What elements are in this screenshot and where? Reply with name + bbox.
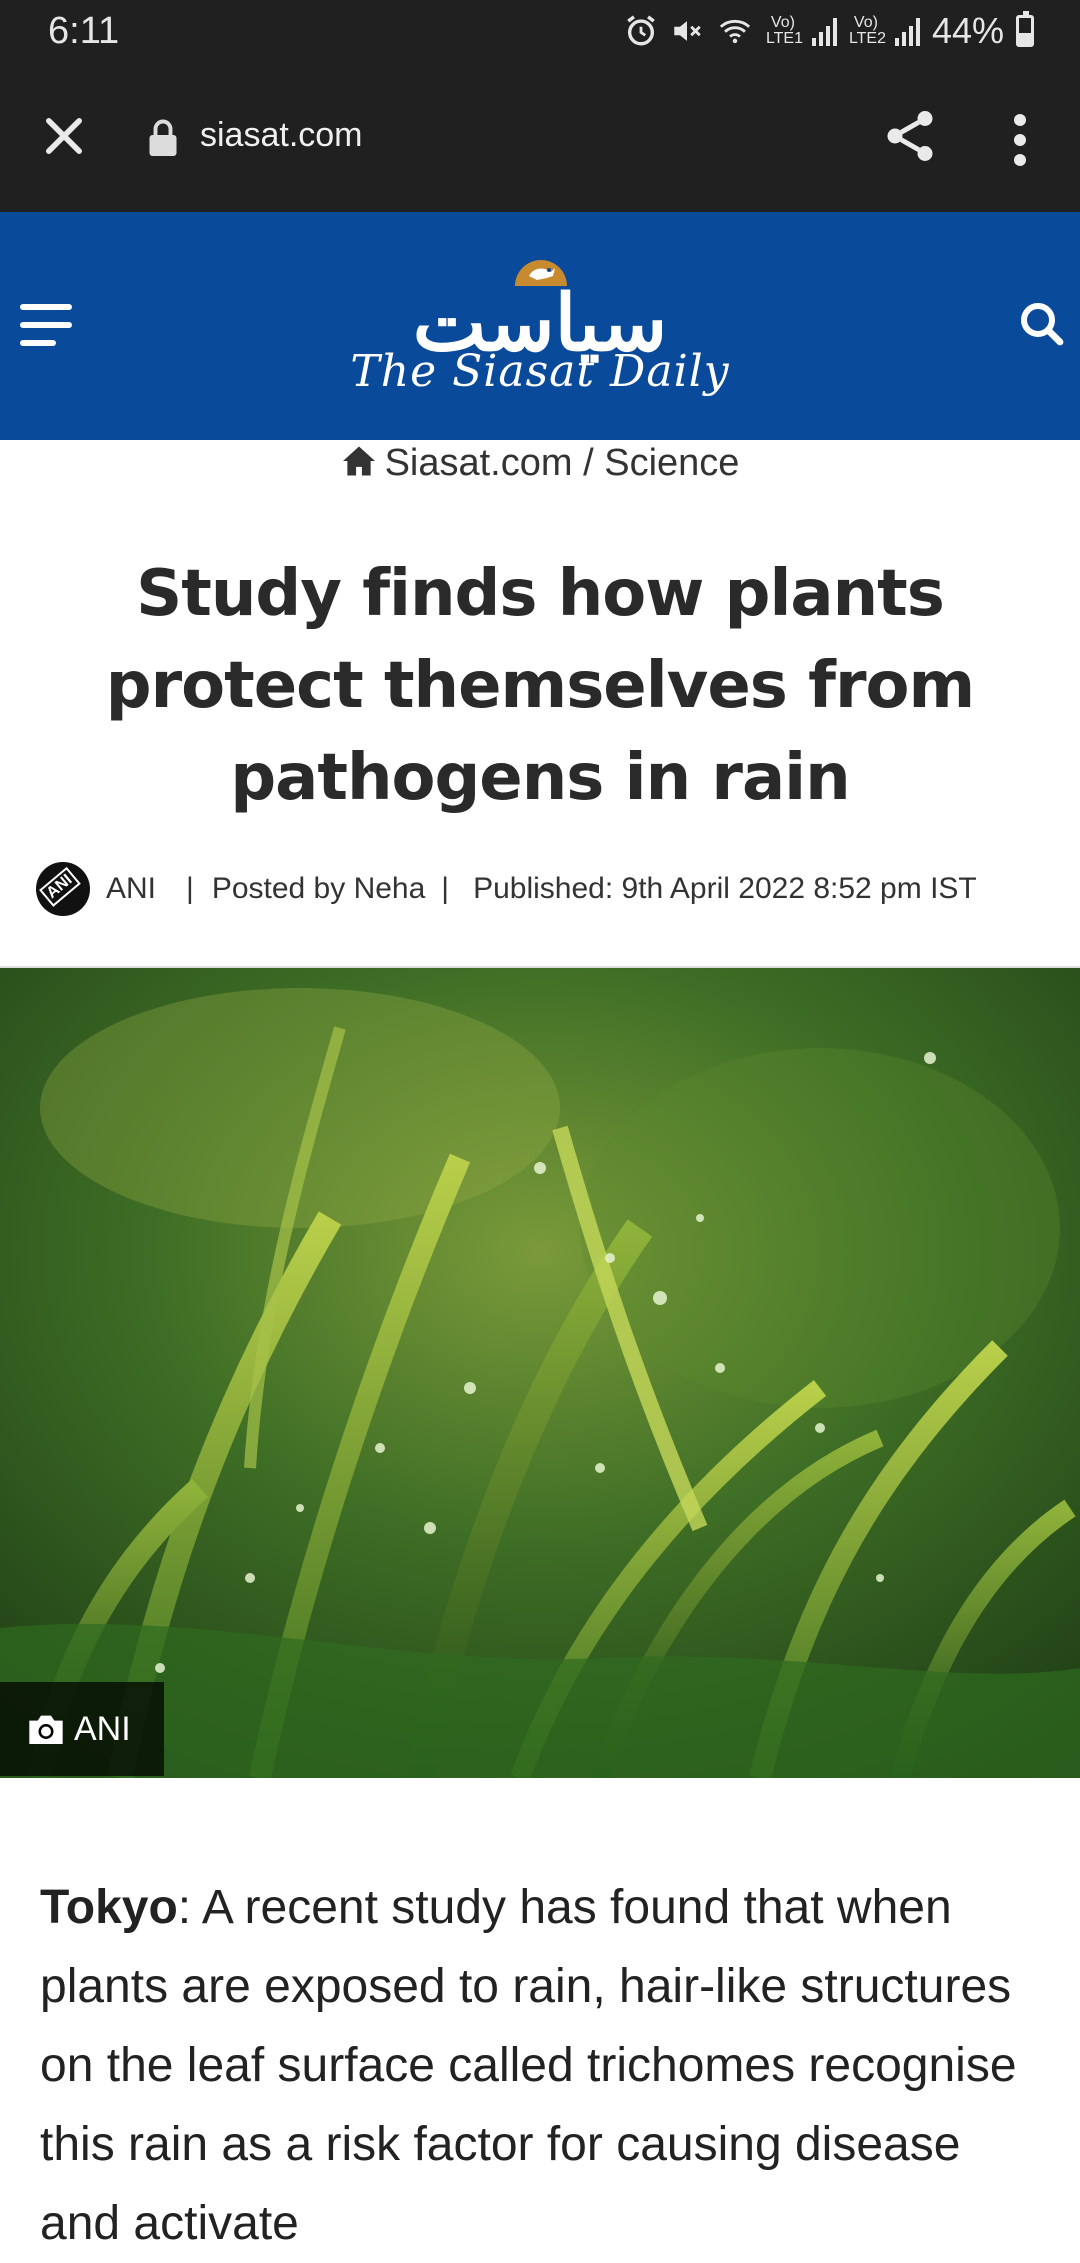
wifi-icon — [719, 19, 751, 44]
battery-icon — [1016, 11, 1034, 47]
breadcrumb-section[interactable]: Science — [604, 442, 739, 484]
mute-icon — [674, 21, 701, 41]
grass-photo — [0, 968, 1080, 1778]
article-body: Tokyo: A recent study has found that whe… — [40, 1868, 1050, 2263]
article-meta: ANI | Posted by Neha | Published: 9th Ap… — [36, 862, 977, 916]
browser-toolbar: siasat.com — [0, 64, 1080, 214]
source-avatar — [36, 862, 90, 916]
signal-1-icon — [811, 16, 837, 46]
lock-icon — [149, 119, 177, 156]
status-time: 6:11 — [48, 10, 120, 52]
meta-divider: | — [186, 872, 194, 905]
sim1-label: Vo) LTE1 — [765, 14, 803, 47]
more-vert-icon[interactable] — [1000, 110, 1040, 170]
camera-icon — [29, 1715, 63, 1744]
logo-english[interactable]: The Siasat Daily — [0, 346, 1080, 397]
site-header: سیاست The Siasat Daily — [0, 212, 1080, 440]
posted-by[interactable]: Posted by Neha — [212, 872, 425, 906]
search-icon[interactable] — [1018, 298, 1066, 350]
share-icon[interactable] — [880, 106, 940, 166]
breadcrumb-separator: / — [583, 442, 594, 484]
home-icon — [342, 446, 375, 476]
image-credit-text: ANI — [74, 1709, 131, 1748]
sim2-label: Vo) LTE2 — [848, 14, 886, 47]
alarm-icon — [627, 15, 655, 46]
dateline: Tokyo — [40, 1881, 178, 1934]
breadcrumb: Siasat.com / Science — [0, 442, 1080, 485]
published-date: Published: 9th April 2022 8:52 pm IST — [473, 872, 977, 905]
article-title: Study finds how plants protect themselve… — [105, 557, 975, 815]
source-name[interactable]: ANI — [106, 872, 156, 906]
image-credit: ANI — [0, 1682, 164, 1776]
signal-2-icon — [894, 16, 920, 46]
url-text[interactable]: siasat.com — [200, 116, 363, 155]
status-bar: 6:11 Vo) LTE1 Vo) LTE2 44% — [0, 0, 1080, 64]
lead-paragraph: : A recent study has found that when pla… — [40, 1881, 1017, 2250]
meta-divider: | — [441, 872, 450, 905]
close-icon[interactable] — [38, 110, 90, 162]
status-icons: Vo) LTE1 Vo) LTE2 44% — [624, 10, 1034, 52]
breadcrumb-home[interactable]: Siasat.com — [385, 442, 573, 484]
battery-percent: 44% — [931, 10, 1004, 51]
article-image — [0, 966, 1080, 1778]
